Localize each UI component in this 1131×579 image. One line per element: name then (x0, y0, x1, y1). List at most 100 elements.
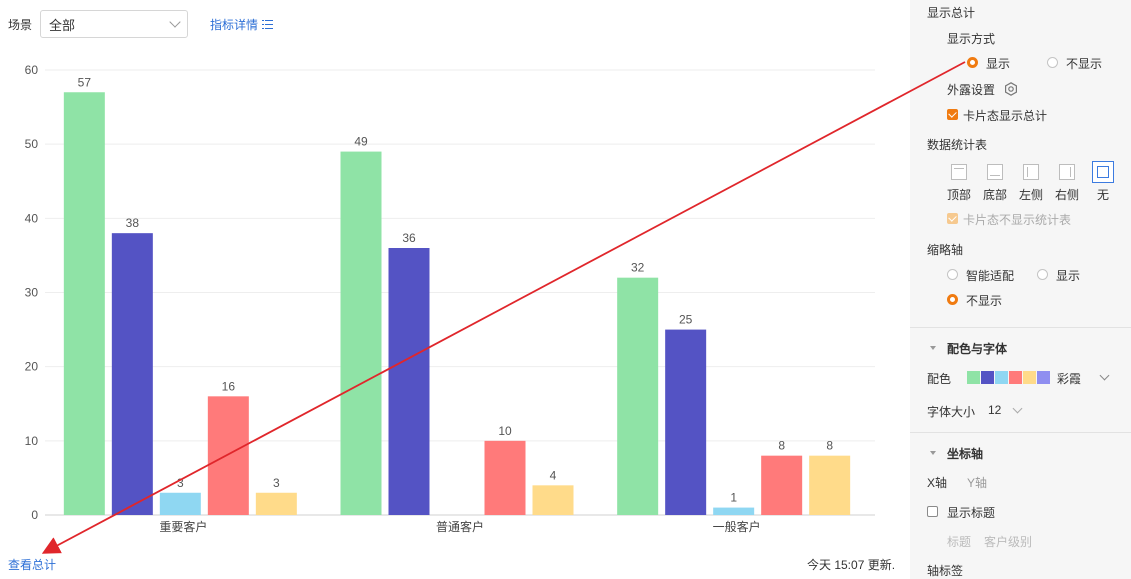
font-size-value[interactable]: 12 (988, 403, 1001, 417)
position-top-option[interactable] (951, 164, 967, 180)
settings-panel: 显示总计 显示方式 显示 不显示 外露设置 卡片态显示总计 数据统计表 顶部 底… (910, 0, 1131, 579)
card-show-total-checkbox[interactable] (947, 109, 958, 120)
indicator-detail-link[interactable]: 指标详情 (210, 16, 274, 33)
scene-select-value: 全部 (49, 17, 76, 33)
position-left-option[interactable] (1023, 164, 1039, 180)
show-title-label: 显示标题 (947, 506, 996, 520)
thumb-axis-label: 缩略轴 (927, 243, 964, 257)
radio-hide-label: 不显示 (1066, 57, 1103, 71)
data-label: 36 (402, 231, 416, 245)
bar (809, 455, 851, 515)
radio-thumb-show-label: 显示 (1056, 269, 1081, 283)
radio-show-label: 显示 (986, 57, 1011, 71)
axis-section-title: 坐标轴 (947, 447, 984, 461)
chevron-down-icon[interactable] (1012, 403, 1023, 414)
axis-tab-x[interactable]: X轴 (927, 474, 947, 491)
x-tick-label: 一般客户 (713, 519, 761, 534)
data-label: 16 (222, 379, 236, 393)
view-total-link[interactable]: 查看总计 (8, 556, 56, 573)
bar (159, 492, 201, 515)
chevron-down-icon (169, 16, 181, 28)
data-label: 38 (126, 216, 140, 230)
y-tick-label: 0 (31, 508, 38, 522)
list-icon (262, 19, 274, 29)
scene-select[interactable]: 全部 (40, 10, 189, 38)
show-total-title: 显示总计 (927, 6, 976, 20)
radio-thumb-smart[interactable] (947, 269, 958, 280)
position-none-label: 无 (1097, 188, 1110, 202)
radio-thumb-show[interactable] (1037, 269, 1048, 280)
position-right-label: 右侧 (1055, 188, 1080, 202)
palette-swatch-lightblue (995, 371, 1008, 384)
data-label: 3 (177, 476, 184, 490)
radio-hide[interactable] (1047, 57, 1058, 68)
position-right-option[interactable] (1059, 164, 1075, 180)
bar (207, 396, 249, 515)
y-tick-label: 20 (25, 360, 39, 374)
divider (910, 327, 1131, 328)
y-tick-label: 30 (25, 286, 39, 300)
y-tick-label: 60 (25, 63, 39, 77)
bar (761, 455, 803, 515)
position-bottom-option[interactable] (987, 164, 1003, 180)
bar (617, 277, 659, 515)
card-hide-table-label: 卡片态不显示统计表 (963, 213, 1072, 227)
data-label: 49 (354, 135, 368, 149)
data-label: 57 (78, 75, 92, 89)
bar (388, 248, 430, 515)
card-show-total-label: 卡片态显示总计 (963, 109, 1048, 123)
x-tick-label: 重要客户 (159, 519, 207, 534)
gear-icon[interactable] (1004, 82, 1018, 96)
radio-show[interactable] (967, 57, 978, 68)
axis-tab-y[interactable]: Y轴 (967, 474, 987, 491)
chevron-down-icon[interactable] (1099, 370, 1110, 381)
bar (484, 440, 526, 515)
color-font-section-title: 配色与字体 (947, 342, 1008, 356)
y-tick-label: 40 (25, 211, 39, 225)
collapse-caret-icon[interactable] (930, 451, 936, 455)
radio-thumb-hide[interactable] (947, 294, 958, 305)
update-time: 今天 15:07 更新. (807, 558, 896, 572)
axis-label-label: 轴标签 (927, 564, 964, 578)
palette-swatch-green (967, 371, 980, 384)
data-label: 8 (778, 439, 785, 453)
collapse-caret-icon[interactable] (930, 346, 936, 350)
chart-area: 场景 全部 指标详情 0 10 20 30 40 50 60 57 38 3 16 3 重要客户 49 36… (0, 0, 910, 579)
palette-swatch-purple (981, 371, 994, 384)
display-mode-label: 显示方式 (947, 32, 996, 46)
data-label: 32 (631, 261, 645, 275)
position-none-option[interactable] (1092, 161, 1114, 183)
card-hide-table-checkbox[interactable] (947, 213, 958, 224)
position-bottom-label: 底部 (983, 188, 1008, 202)
palette-name[interactable]: 彩霞 (1057, 370, 1081, 387)
position-left-label: 左侧 (1019, 188, 1044, 202)
bar (111, 233, 153, 515)
font-size-label: 字体大小 (927, 405, 976, 419)
y-tick-label: 10 (25, 434, 39, 448)
bar (665, 329, 707, 515)
bar (713, 507, 755, 515)
title-field-input[interactable]: 客户级别 (984, 533, 1032, 550)
y-tick-label: 50 (25, 137, 39, 151)
bar (340, 151, 382, 515)
exposure-label: 外露设置 (947, 83, 996, 97)
palette-label: 配色 (927, 372, 952, 386)
palette-swatch-red (1009, 371, 1022, 384)
data-label: 1 (730, 491, 737, 505)
bar (63, 92, 105, 515)
radio-thumb-smart-label: 智能适配 (966, 269, 1015, 283)
x-tick-label: 普通客户 (436, 519, 484, 534)
filter-bar: 场景 全部 指标详情 (8, 9, 274, 39)
show-title-checkbox[interactable] (927, 506, 938, 517)
data-label: 10 (498, 424, 512, 438)
bar (255, 492, 297, 515)
palette-swatch-lavender (1037, 371, 1050, 384)
bar-chart: 0 10 20 30 40 50 60 57 38 3 16 3 重要客户 49 36 10 4 普通客户 32 25… (25, 63, 875, 534)
palette-swatch-yellow (1023, 371, 1036, 384)
indicator-detail-label: 指标详情 (210, 17, 259, 32)
divider (910, 432, 1131, 433)
position-top-label: 顶部 (947, 188, 972, 202)
bar (532, 485, 574, 515)
scene-label: 场景 (8, 17, 33, 32)
data-table-label: 数据统计表 (927, 138, 988, 152)
